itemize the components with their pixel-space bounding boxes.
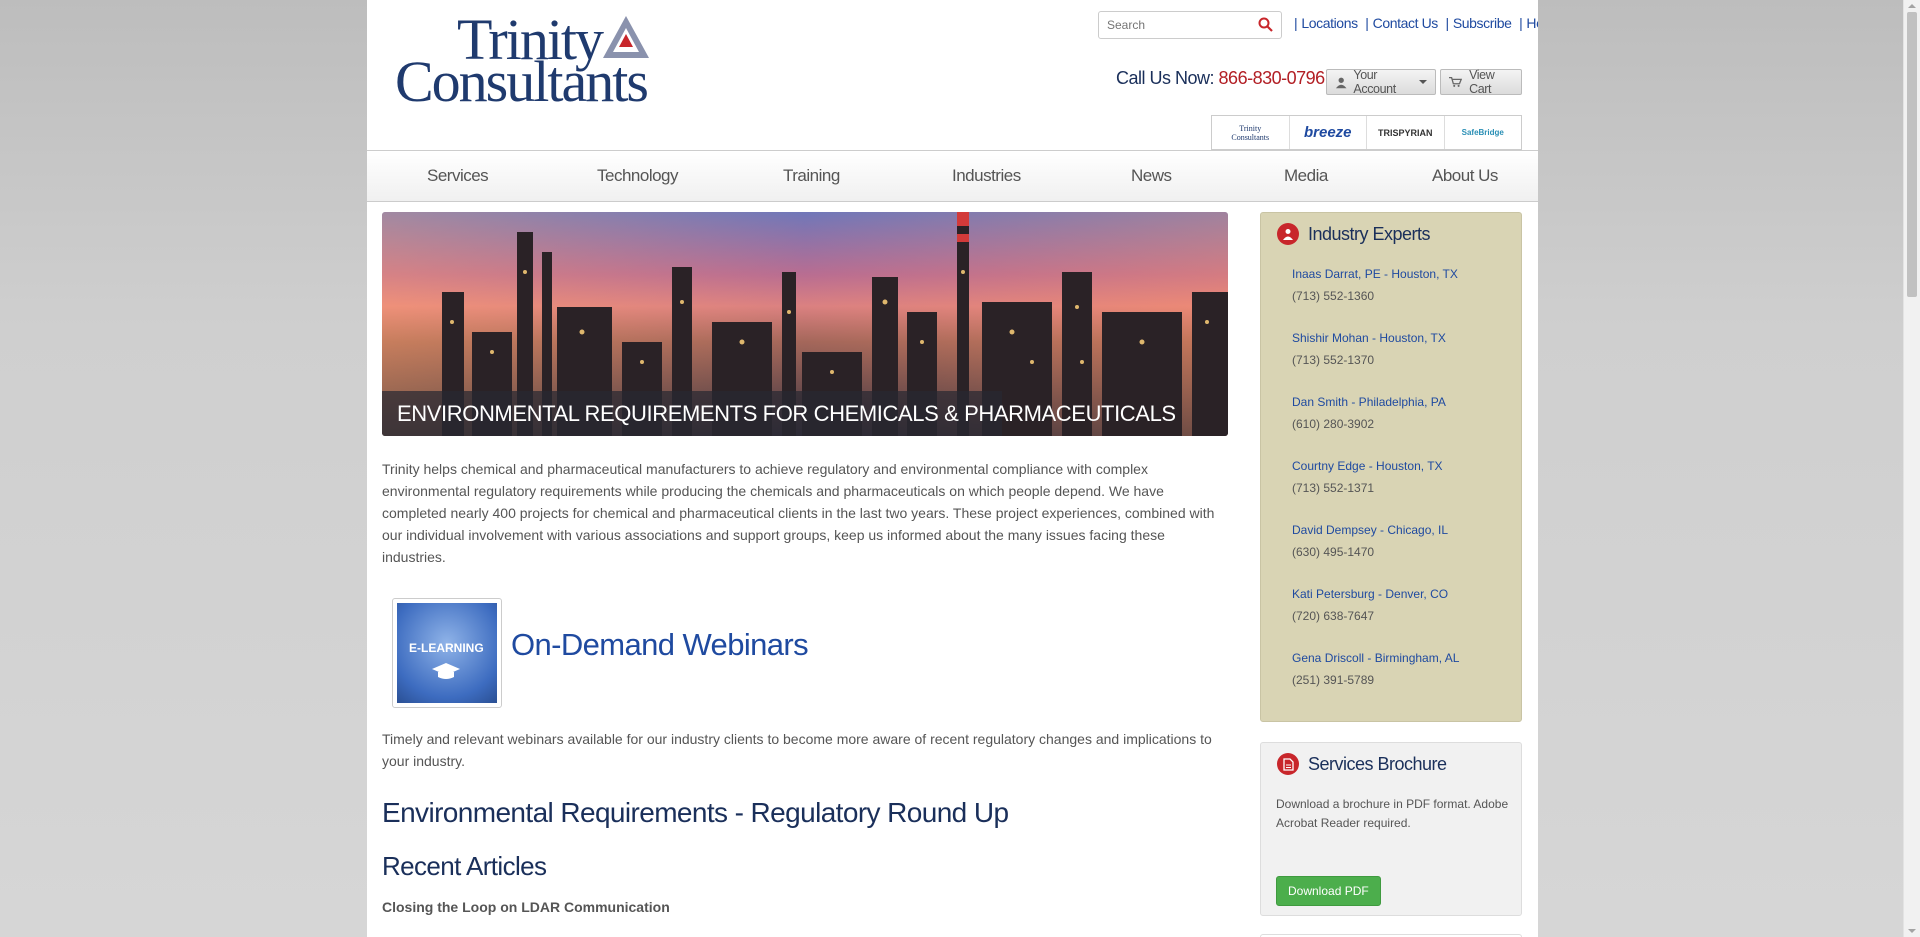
logo-triangle-icon — [603, 16, 649, 58]
industry-experts-panel: Industry Experts Inaas Darrat, PE - Hous… — [1260, 212, 1522, 722]
cart-icon — [1449, 76, 1463, 87]
expert-phone: (713) 552-1360 — [1292, 289, 1375, 303]
your-account-button[interactable]: Your Account — [1326, 68, 1436, 96]
contact-us-link[interactable]: Contact Us — [1373, 15, 1439, 31]
recent-articles-heading: Recent Articles — [382, 851, 547, 881]
expert-name-link[interactable]: David Dempsey - Chicago, IL — [1292, 519, 1448, 541]
nav-technology[interactable]: Technology — [597, 166, 679, 186]
industry-experts-title: Industry Experts — [1277, 223, 1431, 245]
elearning-thumbnail[interactable]: E-LEARNING — [392, 598, 502, 708]
view-cart-button[interactable]: View Cart — [1440, 68, 1522, 96]
services-brochure-title: Services Brochure — [1277, 753, 1447, 775]
page-container: Trinity Consultants |Locations |Contact … — [367, 0, 1538, 937]
intro-paragraph: Trinity helps chemical and pharmaceutica… — [382, 461, 1215, 565]
nav-about-us[interactable]: About Us — [1432, 166, 1498, 186]
expert-item: Inaas Darrat, PE - Houston, TX (713) 552… — [1292, 263, 1458, 307]
brand-safebridge[interactable]: SafeBridge — [1445, 116, 1522, 149]
scrollbar-thumb[interactable] — [1907, 12, 1917, 297]
utility-links: |Locations |Contact Us |Subscribe |Help — [1290, 15, 1538, 31]
nav-media[interactable]: Media — [1284, 166, 1328, 186]
search-icon[interactable] — [1258, 17, 1273, 37]
expert-name-link[interactable]: Inaas Darrat, PE - Houston, TX — [1292, 263, 1458, 285]
page-scrollbar[interactable] — [1903, 0, 1920, 937]
scroll-up-arrow-icon[interactable] — [1908, 4, 1916, 8]
view-cart-label: View Cart — [1469, 68, 1495, 96]
brand-trispyrian[interactable]: TRISPYRIAN — [1367, 116, 1445, 149]
expert-phone: (610) 280-3902 — [1292, 417, 1375, 431]
expert-item: Kati Petersburg - Denver, CO (720) 638-7… — [1292, 583, 1448, 627]
article-link[interactable]: Closing the Loop on LDAR Communication — [382, 899, 670, 915]
expert-name-link[interactable]: Kati Petersburg - Denver, CO — [1292, 583, 1448, 605]
expert-phone: (713) 552-1371 — [1292, 481, 1375, 495]
nav-services[interactable]: Services — [427, 166, 489, 186]
hero-banner: ENVIRONMENTAL REQUIREMENTS FOR CHEMICALS… — [382, 212, 1228, 436]
your-account-label: Your Account — [1353, 68, 1396, 96]
call-label: Call Us Now: — [1116, 68, 1215, 88]
locations-link[interactable]: Locations — [1301, 15, 1358, 31]
brand-breeze[interactable]: breeze — [1290, 116, 1367, 149]
phone-number[interactable]: 866-830-0796 — [1219, 68, 1326, 88]
search-input[interactable] — [1099, 12, 1249, 38]
pdf-icon — [1277, 753, 1299, 775]
expert-name-link[interactable]: Courtny Edge - Houston, TX — [1292, 455, 1443, 477]
expert-item: Gena Driscoll - Birmingham, AL (251) 391… — [1292, 647, 1459, 691]
main-nav: Services Technology Training Industries … — [367, 150, 1538, 202]
elearning-label: E-LEARNING — [409, 641, 484, 655]
expert-name-link[interactable]: Dan Smith - Philadelphia, PA — [1292, 391, 1446, 413]
caret-down-icon — [1419, 80, 1427, 84]
expert-item: Courtny Edge - Houston, TX (713) 552-137… — [1292, 455, 1443, 499]
brochure-description: Download a brochure in PDF format. Adobe… — [1276, 797, 1509, 830]
services-brochure-panel: Services Brochure Download a brochure in… — [1260, 742, 1522, 916]
person-icon — [1277, 223, 1299, 245]
expert-phone: (713) 552-1370 — [1292, 353, 1375, 367]
graduation-cap-icon — [432, 663, 460, 679]
user-icon — [1335, 77, 1347, 88]
expert-name-link[interactable]: Shishir Mohan - Houston, TX — [1292, 327, 1446, 349]
expert-item: Shishir Mohan - Houston, TX (713) 552-13… — [1292, 327, 1446, 371]
on-demand-webinars-link[interactable]: On-Demand Webinars — [511, 627, 809, 663]
expert-phone: (630) 495-1470 — [1292, 545, 1375, 559]
expert-item: Dan Smith - Philadelphia, PA (610) 280-3… — [1292, 391, 1446, 435]
nav-industries[interactable]: Industries — [952, 166, 1021, 186]
webinars-description: Timely and relevant webinars available f… — [382, 731, 1212, 769]
expert-name-link[interactable]: Gena Driscoll - Birmingham, AL — [1292, 647, 1459, 669]
brand-switcher: Trinity Consultants breeze TRISPYRIAN Sa… — [1211, 115, 1522, 150]
brand-trinity[interactable]: Trinity Consultants — [1212, 116, 1290, 149]
search-box — [1098, 11, 1282, 39]
nav-news[interactable]: News — [1131, 166, 1172, 186]
expert-phone: (251) 391-5789 — [1292, 673, 1375, 687]
hero-caption: ENVIRONMENTAL REQUIREMENTS FOR CHEMICALS… — [382, 391, 1176, 436]
expert-item: David Dempsey - Chicago, IL (630) 495-14… — [1292, 519, 1448, 563]
download-pdf-button[interactable]: Download PDF — [1276, 876, 1381, 906]
regulatory-heading: Environmental Requirements - Regulatory … — [382, 797, 1009, 828]
trinity-logo[interactable]: Trinity Consultants — [395, 7, 665, 114]
expert-phone: (720) 638-7647 — [1292, 609, 1375, 623]
scroll-down-arrow-icon[interactable] — [1908, 929, 1916, 933]
help-link[interactable]: Help — [1526, 15, 1538, 31]
nav-training[interactable]: Training — [783, 166, 840, 186]
subscribe-link[interactable]: Subscribe — [1453, 15, 1512, 31]
call-now: Call Us Now: 866-830-0796 — [1116, 68, 1325, 89]
